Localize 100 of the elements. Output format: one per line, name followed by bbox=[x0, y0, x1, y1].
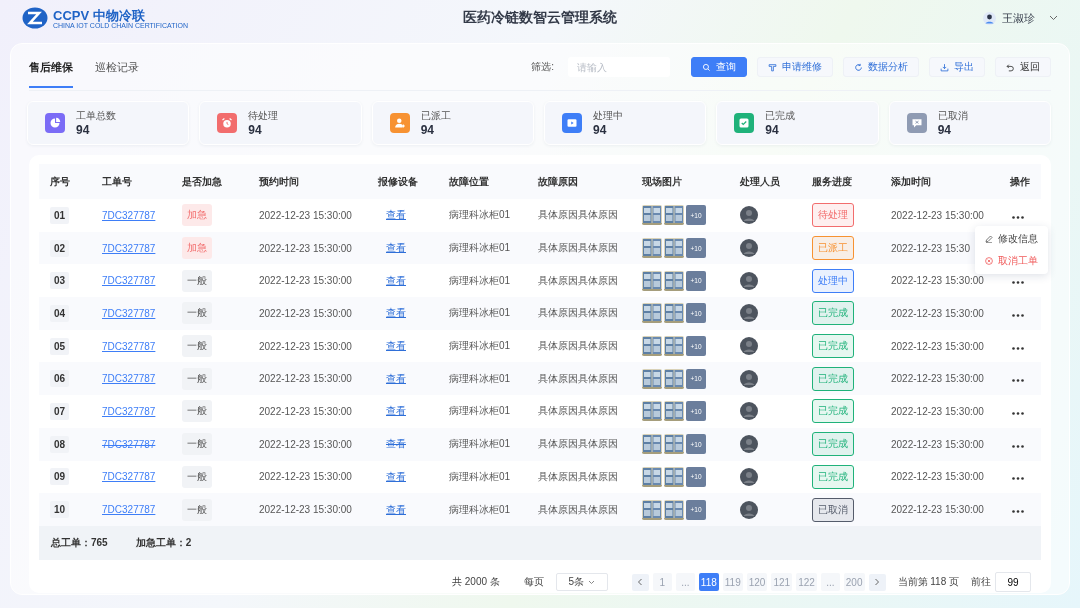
table-cell-text: 病理科冰柜01 bbox=[449, 241, 512, 256]
goto-page-field[interactable]: 99 bbox=[995, 572, 1031, 593]
view-link[interactable]: 查看 bbox=[386, 273, 406, 288]
menu-item[interactable]: 取消工单 bbox=[985, 251, 1038, 270]
order-link[interactable]: 7DC327787 bbox=[102, 242, 156, 254]
table-cell-text: 2022-12-23 15:30:00 bbox=[259, 373, 353, 385]
order-link[interactable]: 7DC327787 bbox=[102, 438, 156, 450]
view-link[interactable]: 查看 bbox=[386, 208, 406, 223]
more-icon[interactable] bbox=[1012, 510, 1024, 514]
column-header: 序号 bbox=[50, 174, 71, 189]
column-header: 工单号 bbox=[102, 174, 133, 189]
status-tag: 已完成 bbox=[812, 301, 854, 326]
analysis-button[interactable]: 数据分析 bbox=[843, 57, 919, 77]
page-button[interactable]: 120 bbox=[746, 573, 768, 592]
total-count: 共 2000 条 bbox=[452, 575, 500, 590]
table-cell-text: 2022-12-23 15:30:00 bbox=[891, 373, 985, 385]
status-tag: 待处理 bbox=[812, 203, 854, 228]
more-icon[interactable] bbox=[1012, 379, 1024, 383]
row-number: 03 bbox=[50, 272, 70, 290]
row-number: 01 bbox=[50, 206, 70, 224]
order-link[interactable]: 7DC327787 bbox=[102, 504, 156, 516]
status-tag: 处理中 bbox=[812, 268, 854, 293]
pencil-icon bbox=[985, 234, 993, 243]
chevron-down-icon[interactable] bbox=[1049, 15, 1058, 21]
chevron-left-icon bbox=[637, 578, 644, 587]
more-icon[interactable] bbox=[1012, 215, 1024, 219]
more-icon[interactable] bbox=[1012, 444, 1024, 448]
per-page-select[interactable]: 5条 bbox=[555, 573, 608, 592]
view-link[interactable]: 查看 bbox=[386, 241, 406, 256]
table-cell-text: 2022-12-23 15:30:00 bbox=[891, 209, 985, 221]
back-button[interactable]: 返回 bbox=[995, 57, 1051, 77]
chevron-down-icon bbox=[588, 579, 596, 585]
table-cell-text: 2022-12-23 15:30 bbox=[891, 242, 971, 254]
cancel-icon bbox=[985, 256, 993, 265]
app-title: 医药冷链数智云管理系统 bbox=[463, 9, 617, 25]
page-button[interactable]: ... bbox=[675, 573, 695, 592]
status-tag: 已取消 bbox=[812, 497, 854, 522]
brand-name: CCPV 中物冷联 bbox=[53, 8, 145, 23]
view-link[interactable]: 查看 bbox=[386, 339, 406, 354]
more-icon[interactable] bbox=[1012, 313, 1024, 317]
table-cell-text: 具体原因具体原因 bbox=[538, 241, 619, 256]
page-button[interactable]: 122 bbox=[796, 573, 817, 592]
search-button[interactable]: 查询 bbox=[691, 57, 747, 77]
order-link[interactable]: 7DC327787 bbox=[102, 307, 156, 319]
page-button[interactable]: 1 bbox=[652, 573, 672, 592]
stat-label: 已完成 bbox=[765, 109, 796, 123]
view-link[interactable]: 查看 bbox=[386, 502, 406, 517]
more-icon[interactable] bbox=[1012, 281, 1024, 285]
user-avatar-icon[interactable] bbox=[983, 11, 996, 25]
view-link[interactable]: 查看 bbox=[386, 306, 406, 321]
table-cell-text: 病理科冰柜01 bbox=[449, 404, 512, 419]
page-button[interactable]: ... bbox=[820, 573, 840, 592]
more-icon[interactable] bbox=[1012, 477, 1024, 481]
repair-button[interactable]: 申请维修 bbox=[757, 57, 833, 77]
summary-text: 总工单：765 bbox=[51, 535, 108, 550]
user-name[interactable]: 王淑珍 bbox=[1002, 10, 1035, 26]
order-link[interactable]: 7DC327787 bbox=[102, 209, 156, 221]
avatar-icon bbox=[740, 271, 758, 290]
page-button[interactable]: 118 bbox=[698, 573, 719, 592]
view-link[interactable]: 查看 bbox=[386, 437, 406, 452]
filter-label: 筛选: bbox=[531, 60, 554, 74]
view-link[interactable]: 查看 bbox=[386, 371, 406, 386]
export-button[interactable]: 导出 bbox=[929, 57, 985, 77]
current-page-text: 当前第 118 页 bbox=[897, 575, 959, 590]
per-page-label: 每页 bbox=[523, 575, 544, 590]
tab[interactable]: 巡检记录 bbox=[95, 46, 139, 88]
table-cell-text: 病理科冰柜01 bbox=[449, 437, 512, 452]
table-cell-text: 2022-12-23 15:30:00 bbox=[259, 209, 353, 221]
view-link[interactable]: 查看 bbox=[386, 469, 406, 484]
row-number: 05 bbox=[50, 337, 70, 355]
page-button[interactable]: 119 bbox=[722, 573, 743, 592]
priority-tag: 一般 bbox=[182, 400, 212, 423]
stat-value: 94 bbox=[593, 123, 608, 137]
tab[interactable]: 售后维保 bbox=[29, 46, 73, 88]
order-link[interactable]: 7DC327787 bbox=[102, 340, 156, 352]
stat-value: 94 bbox=[248, 123, 263, 137]
avatar-icon bbox=[740, 402, 758, 421]
more-icon[interactable] bbox=[1012, 346, 1024, 350]
goto-label: 前往 bbox=[971, 575, 991, 590]
status-tag: 已完成 bbox=[812, 432, 854, 457]
order-link[interactable]: 7DC327787 bbox=[102, 471, 156, 483]
row-number: 09 bbox=[50, 468, 70, 486]
table-cell-text: 2022-12-23 15:30:00 bbox=[259, 275, 353, 287]
priority-tag: 一般 bbox=[182, 498, 212, 521]
table-cell-text: 2022-12-23 15:30:00 bbox=[259, 405, 353, 417]
priority-tag: 一般 bbox=[182, 465, 212, 488]
page-button[interactable]: 121 bbox=[771, 573, 793, 592]
order-link[interactable]: 7DC327787 bbox=[102, 405, 156, 417]
order-link[interactable]: 7DC327787 bbox=[102, 373, 156, 385]
view-link[interactable]: 查看 bbox=[386, 404, 406, 419]
search-icon bbox=[702, 62, 711, 72]
table-cell-text: 具体原因具体原因 bbox=[538, 339, 619, 354]
order-link[interactable]: 7DC327787 bbox=[102, 275, 156, 287]
page-button[interactable]: 200 bbox=[843, 573, 865, 592]
avatar-icon bbox=[740, 369, 758, 388]
status-tag: 已完成 bbox=[812, 399, 854, 424]
more-icon[interactable] bbox=[1012, 411, 1024, 415]
menu-item[interactable]: 修改信息 bbox=[985, 229, 1038, 248]
table-cell-text: 具体原因具体原因 bbox=[538, 371, 619, 386]
search-field[interactable]: 请输入 bbox=[568, 57, 670, 77]
